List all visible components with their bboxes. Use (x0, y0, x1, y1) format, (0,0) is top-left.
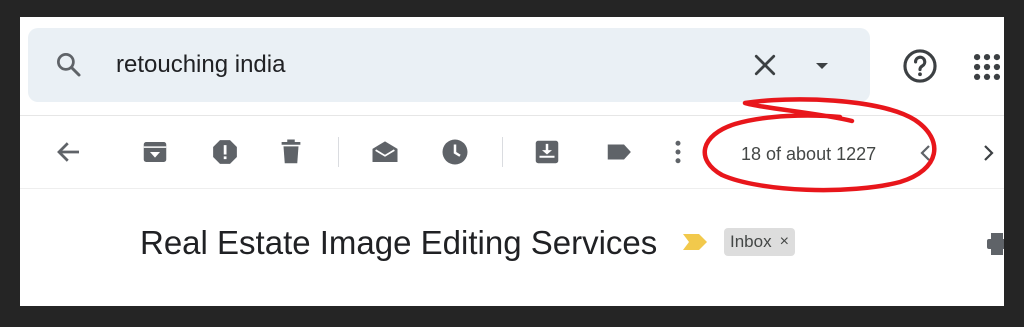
help-icon[interactable] (901, 47, 939, 85)
email-subject: Real Estate Image Editing Services (140, 224, 658, 261)
report-spam-icon[interactable] (210, 137, 240, 167)
gmail-window: retouching india 18 of about 1227 Real E… (20, 17, 1004, 306)
search-input[interactable]: retouching india (116, 48, 285, 82)
importance-marker-icon[interactable] (682, 233, 708, 251)
archive-icon[interactable] (140, 137, 170, 167)
mark-unread-icon[interactable] (370, 137, 400, 167)
trash-icon[interactable] (276, 137, 306, 167)
move-to-inbox-icon[interactable] (532, 137, 562, 167)
toolbar-separator (502, 137, 503, 167)
label-icon[interactable] (604, 137, 634, 167)
chevron-right-icon[interactable] (976, 141, 1000, 165)
caret-down-icon[interactable] (810, 54, 834, 78)
arrow-left-icon[interactable] (54, 137, 84, 167)
divider (20, 115, 1004, 116)
search-bar[interactable]: retouching india (28, 28, 870, 102)
apps-grid-icon[interactable] (970, 50, 1004, 84)
label-chip-text: Inbox (730, 232, 772, 251)
close-icon[interactable] (750, 50, 780, 80)
remove-label-button[interactable]: × (780, 234, 789, 250)
chevron-left-icon[interactable] (914, 141, 938, 165)
conversation-counter: 18 of about 1227 (741, 144, 877, 164)
toolbar-separator (338, 137, 339, 167)
print-icon[interactable] (986, 229, 1004, 257)
clock-icon[interactable] (440, 137, 470, 167)
label-chip-inbox: Inbox × (724, 228, 795, 256)
more-vertical-icon[interactable] (663, 137, 693, 167)
divider (20, 188, 1004, 189)
search-icon[interactable] (54, 50, 84, 80)
